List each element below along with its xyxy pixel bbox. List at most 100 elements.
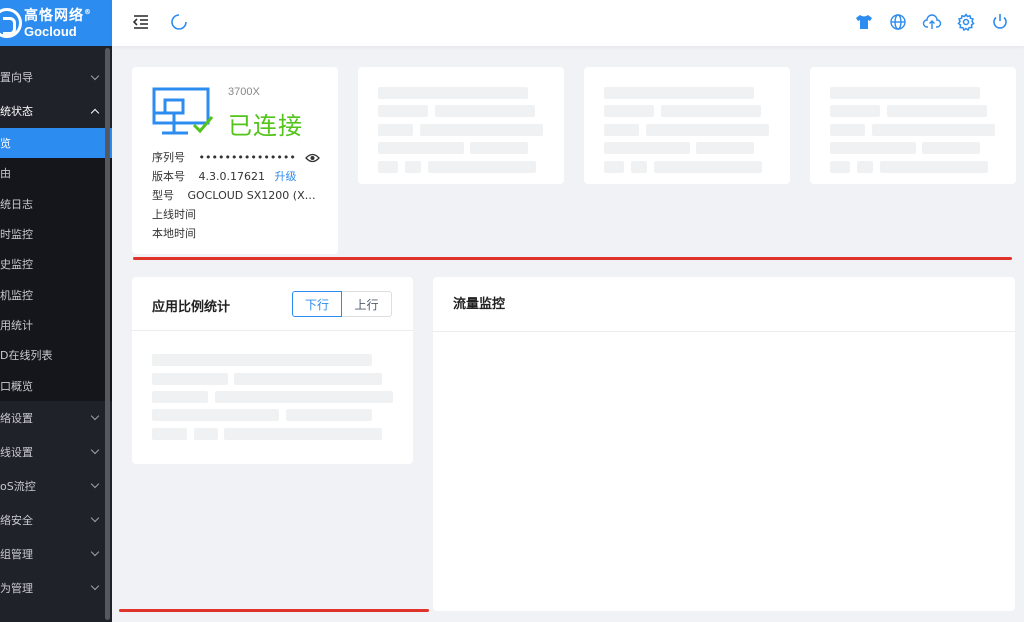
submenu-item-routing[interactable]: 由 bbox=[0, 158, 112, 188]
globe-icon[interactable] bbox=[888, 12, 908, 32]
skeleton-bar bbox=[880, 161, 988, 173]
sidebar: 高恪网络® Gocloud 置向导 统状态 览 由 统日志 时监控 史监控 机监… bbox=[0, 0, 112, 622]
submenu-item-history-monitor[interactable]: 史监控 bbox=[0, 249, 112, 279]
skeleton-bar bbox=[152, 373, 228, 385]
top-header bbox=[112, 0, 1024, 46]
local-time-row: 本地时间 bbox=[152, 225, 196, 241]
chevron-up-icon bbox=[90, 108, 100, 117]
connection-status: 已连接 bbox=[228, 112, 303, 140]
loading-card bbox=[584, 67, 790, 184]
skeleton-bar bbox=[604, 124, 639, 136]
registered-mark: ® bbox=[84, 7, 92, 16]
menu-group-network-security[interactable]: 络安全 bbox=[0, 502, 112, 537]
version-label: 版本号 bbox=[152, 170, 185, 183]
divider bbox=[132, 330, 413, 331]
brand-logo[interactable]: 高恪网络® Gocloud bbox=[0, 0, 112, 46]
skeleton-bar bbox=[654, 161, 762, 173]
skeleton-bar bbox=[152, 391, 208, 403]
skeleton-bar bbox=[378, 161, 398, 173]
chevron-down-icon bbox=[90, 71, 100, 80]
menu-group-label: 线设置 bbox=[0, 445, 33, 459]
skeleton-bar bbox=[604, 161, 624, 173]
skeleton-bar bbox=[194, 428, 218, 440]
menu-group-label: 置向导 bbox=[0, 71, 33, 84]
skeleton-bar bbox=[604, 87, 754, 99]
submenu-item-online-list[interactable]: D在线列表 bbox=[0, 340, 112, 370]
menu-collapse-icon[interactable] bbox=[132, 13, 150, 31]
app-ratio-title: 应用比例统计 bbox=[152, 300, 231, 315]
skeleton-bar bbox=[631, 161, 647, 173]
loading-card bbox=[810, 67, 1016, 184]
device-model: 3700X bbox=[228, 86, 260, 98]
skeleton-bar bbox=[887, 105, 987, 117]
annotation-underline bbox=[119, 609, 429, 612]
upstream-button[interactable]: 上行 bbox=[342, 291, 392, 317]
skeleton-bar bbox=[152, 409, 279, 421]
submenu-item-port-overview[interactable]: 口概览 bbox=[0, 370, 112, 400]
skeleton-bar bbox=[470, 142, 528, 154]
chevron-down-icon bbox=[90, 581, 100, 591]
traffic-monitor-title: 流量监控 bbox=[453, 297, 506, 312]
router-connected-icon bbox=[152, 87, 214, 135]
skeleton-bar bbox=[872, 124, 995, 136]
sidebar-scrollbar[interactable] bbox=[105, 48, 110, 620]
brand-name-cn: 高恪网络 bbox=[24, 7, 84, 24]
loading-card bbox=[358, 67, 564, 184]
skeleton-bar bbox=[405, 161, 421, 173]
chevron-down-icon bbox=[90, 547, 100, 557]
settings-icon[interactable] bbox=[956, 12, 976, 32]
refresh-icon[interactable] bbox=[170, 13, 188, 31]
menu-group-label: 组管理 bbox=[0, 547, 33, 561]
chevron-down-icon bbox=[90, 479, 100, 489]
upgrade-link[interactable]: 升级 bbox=[274, 170, 296, 183]
eye-icon[interactable] bbox=[305, 153, 321, 163]
cloud-upload-icon[interactable] bbox=[922, 12, 942, 32]
serial-value: ••••••••••••••• bbox=[198, 151, 296, 164]
skeleton-bar bbox=[378, 124, 413, 136]
submenu-item-overview[interactable]: 览 bbox=[0, 128, 112, 159]
submenu-system-status: 览 由 统日志 时监控 史监控 机监控 用统计 D在线列表 口概览 bbox=[0, 128, 112, 401]
menu-group-wireless-settings[interactable]: 线设置 bbox=[0, 434, 112, 469]
tshirt-icon[interactable] bbox=[854, 12, 874, 32]
menu-group-label: 络设置 bbox=[0, 411, 33, 425]
skeleton-bar bbox=[922, 142, 980, 154]
skeleton-bar bbox=[830, 105, 880, 117]
type-value: GOCLOUD SX1200 (X… bbox=[187, 189, 316, 202]
local-time-label: 本地时间 bbox=[152, 227, 196, 240]
skeleton-bar bbox=[604, 142, 690, 154]
menu-group-network-settings[interactable]: 络设置 bbox=[0, 400, 112, 435]
skeleton-bar bbox=[696, 142, 754, 154]
menu-group-behavior-management[interactable]: 为管理 bbox=[0, 570, 112, 605]
online-time-label: 上线时间 bbox=[152, 208, 196, 221]
menu-group-label: oS流控 bbox=[0, 479, 36, 493]
submenu-item-system-log[interactable]: 统日志 bbox=[0, 189, 112, 219]
skeleton-bar bbox=[224, 428, 382, 440]
skeleton-bar bbox=[830, 87, 980, 99]
chevron-down-icon bbox=[90, 411, 100, 421]
skeleton-bar bbox=[830, 124, 865, 136]
submenu-item-host-monitor[interactable]: 机监控 bbox=[0, 279, 112, 309]
skeleton-bar bbox=[378, 87, 528, 99]
submenu-item-realtime-monitor[interactable]: 时监控 bbox=[0, 219, 112, 249]
downstream-button[interactable]: 下行 bbox=[292, 291, 342, 317]
menu-group-label: 统状态 bbox=[0, 105, 33, 118]
gocloud-logo-icon bbox=[0, 8, 22, 38]
skeleton-bar bbox=[661, 105, 761, 117]
menu-group-qos[interactable]: oS流控 bbox=[0, 468, 112, 503]
version-row: 版本号 4.3.0.17621 升级 bbox=[152, 168, 296, 184]
divider bbox=[433, 331, 1015, 332]
menu-group-setup-wizard[interactable]: 置向导 bbox=[0, 60, 112, 94]
menu-group-system-status[interactable]: 统状态 bbox=[0, 94, 112, 128]
skeleton-bar bbox=[646, 124, 769, 136]
direction-toggle: 下行 上行 bbox=[292, 291, 392, 317]
skeleton-bar bbox=[435, 105, 535, 117]
skeleton-bar bbox=[604, 105, 654, 117]
menu-group-group-management[interactable]: 组管理 bbox=[0, 536, 112, 571]
type-row: 型号 GOCLOUD SX1200 (X… bbox=[152, 187, 316, 203]
submenu-item-app-stats[interactable]: 用统计 bbox=[0, 310, 112, 340]
app-ratio-card: 应用比例统计 下行 上行 bbox=[132, 277, 413, 464]
skeleton-bar bbox=[378, 105, 428, 117]
serial-label: 序列号 bbox=[152, 151, 185, 164]
power-icon[interactable] bbox=[990, 12, 1010, 32]
online-time-row: 上线时间 bbox=[152, 206, 196, 222]
